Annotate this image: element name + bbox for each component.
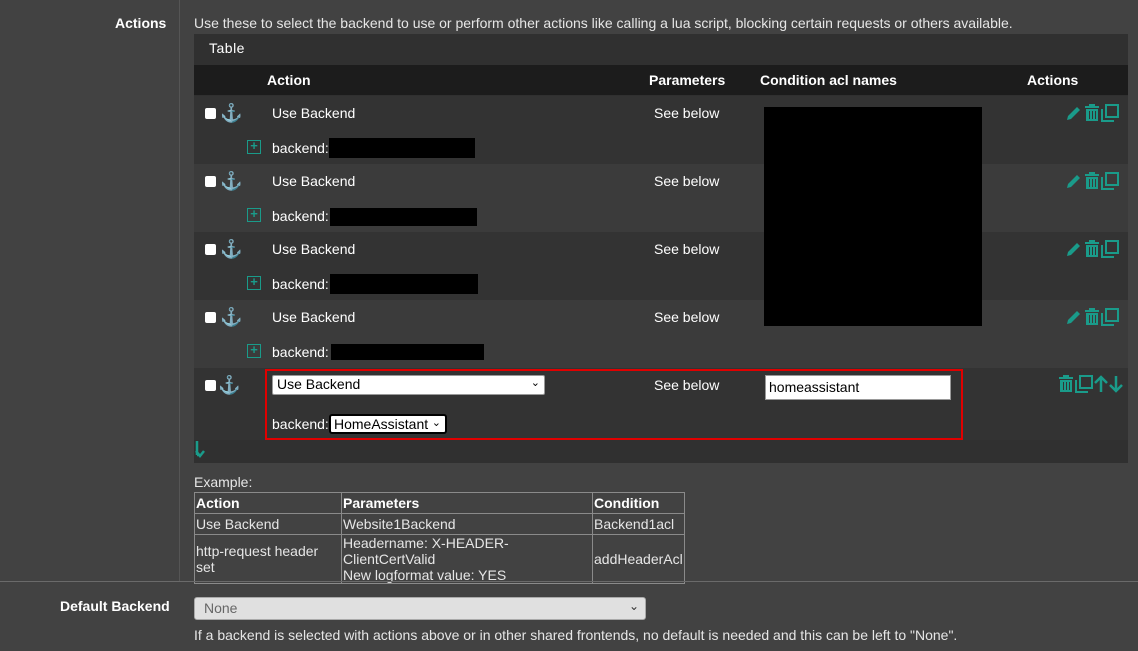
table-header: Action Parameters Condition acl names Ac… [194, 65, 1128, 95]
row-parameters: See below [654, 241, 720, 257]
add-row-icon[interactable] [195, 440, 207, 461]
copy-icon[interactable] [1101, 308, 1119, 326]
example-header: Parameters [341, 492, 593, 514]
table-row-detail: + backend: [194, 268, 1128, 300]
row-actions [1065, 308, 1119, 326]
row-parameters: See below [654, 173, 720, 189]
row-actions [1065, 240, 1119, 258]
table-row-detail: + backend: [194, 336, 1128, 368]
default-backend-value: None [204, 600, 238, 616]
trash-icon[interactable] [1084, 308, 1100, 326]
actions-help: Use these to select the backend to use o… [194, 15, 1013, 31]
copy-icon[interactable] [1075, 375, 1093, 393]
col-condition: Condition acl names [760, 72, 897, 88]
row-checkbox[interactable] [205, 176, 216, 187]
anchor-icon[interactable]: ⚓ [218, 376, 240, 394]
table-row: ⚓ Use Backend See below [194, 96, 1128, 132]
redacted-backend [329, 138, 475, 158]
actions-label: Actions [115, 15, 167, 31]
arrow-down-icon[interactable] [1109, 375, 1123, 393]
example-cell: http-request header set [194, 534, 342, 584]
example-cell: Backend1acl [592, 513, 685, 535]
table-row-detail: + backend: [194, 200, 1128, 232]
table-row-detail: + backend: [194, 132, 1128, 164]
expand-icon[interactable]: + [247, 275, 261, 290]
row-actions [1065, 104, 1119, 122]
table-title: Table [209, 40, 245, 56]
default-backend-label: Default Backend [60, 598, 170, 614]
example-cell: Use Backend [194, 513, 342, 535]
row-checkbox[interactable] [205, 244, 216, 255]
expand-icon[interactable]: + [247, 343, 261, 358]
default-backend-select[interactable]: None ⌄ [194, 597, 646, 620]
redacted-backend [331, 344, 484, 360]
copy-icon[interactable] [1101, 172, 1119, 190]
example-table: Action Parameters Condition Use Backend … [194, 492, 685, 584]
example-caption: Example: [194, 474, 253, 490]
anchor-icon[interactable]: ⚓ [220, 172, 242, 190]
table-row: ⚓ Use Backend See below [194, 300, 1128, 336]
example-header: Action [194, 492, 342, 514]
redacted-backend [330, 208, 477, 226]
trash-icon[interactable] [1084, 104, 1100, 122]
trash-icon[interactable] [1084, 240, 1100, 258]
chevron-down-icon: ⌄ [628, 599, 639, 613]
row-parameters: See below [654, 105, 720, 121]
row-action: Use Backend [272, 241, 356, 257]
divider [0, 581, 1138, 582]
copy-icon[interactable] [1101, 240, 1119, 258]
row-action: Use Backend [272, 173, 356, 189]
col-parameters: Parameters [649, 72, 726, 88]
backend-label: backend: [272, 140, 329, 156]
highlight-box [265, 369, 963, 440]
pencil-icon[interactable] [1065, 104, 1083, 122]
backend-label: backend: [272, 344, 329, 360]
row-actions [1065, 172, 1119, 190]
backend-label: backend: [272, 208, 329, 224]
table-row: ⚓ Use Backend See below [194, 164, 1128, 200]
pencil-icon[interactable] [1065, 172, 1083, 190]
copy-icon[interactable] [1101, 104, 1119, 122]
row-checkbox[interactable] [205, 312, 216, 323]
row-action: Use Backend [272, 105, 356, 121]
row-parameters: See below [654, 309, 720, 325]
default-backend-help: If a backend is selected with actions ab… [194, 627, 958, 643]
redacted-backend [330, 274, 478, 294]
pencil-icon[interactable] [1065, 240, 1083, 258]
example-cell: Website1Backend [341, 513, 593, 535]
example-line: Headername: X-HEADER-ClientCertValid [343, 535, 509, 567]
row-checkbox[interactable] [205, 380, 216, 391]
trash-icon[interactable] [1058, 375, 1074, 393]
col-action: Action [267, 72, 311, 88]
expand-icon[interactable]: + [247, 207, 261, 222]
table-row: ⚓ Use Backend See below [194, 232, 1128, 268]
anchor-icon[interactable]: ⚓ [220, 308, 242, 326]
backend-label: backend: [272, 276, 329, 292]
trash-icon[interactable] [1084, 172, 1100, 190]
anchor-icon[interactable]: ⚓ [220, 240, 242, 258]
redacted-conditions [764, 107, 982, 326]
col-actions: Actions [1027, 72, 1079, 88]
row-actions [1058, 375, 1123, 393]
expand-icon[interactable]: + [247, 139, 261, 154]
example-cell-multiline: Headername: X-HEADER-ClientCertValid New … [341, 534, 593, 584]
arrow-up-icon[interactable] [1094, 375, 1108, 393]
pencil-icon[interactable] [1065, 308, 1083, 326]
row-checkbox[interactable] [205, 108, 216, 119]
anchor-icon[interactable]: ⚓ [220, 104, 242, 122]
example-header: Condition [592, 492, 685, 514]
label-column [0, 0, 180, 582]
example-cell: addHeaderAcl [592, 534, 685, 584]
row-action: Use Backend [272, 309, 356, 325]
